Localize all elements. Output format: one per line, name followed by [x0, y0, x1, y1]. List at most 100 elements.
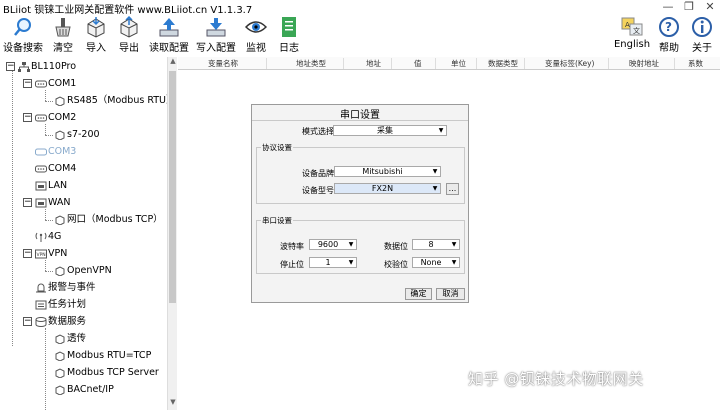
- serial-port-icon: [35, 114, 47, 122]
- model-browse-button[interactable]: ...: [446, 183, 459, 195]
- column-header[interactable]: 地址类型: [296, 58, 326, 69]
- export-label: 导出: [119, 43, 139, 54]
- collapse-icon[interactable]: −: [23, 113, 32, 122]
- device-icon: [55, 368, 65, 378]
- protocol-group-label: 协议设置: [261, 142, 293, 153]
- databits-label: 数据位: [384, 242, 408, 251]
- column-header[interactable]: 变量标签(Key): [545, 58, 594, 69]
- watermark: 知乎 @钡铼技术物联网关: [468, 370, 644, 388]
- chevron-down-icon: ▼: [432, 185, 438, 192]
- write-config-button[interactable]: 写入配置: [194, 16, 238, 54]
- scroll-down-icon[interactable]: ▼: [168, 398, 178, 410]
- english-label: English: [613, 39, 651, 50]
- clear-icon: [55, 18, 71, 37]
- window-title: BLiiot 钡铼工业网关配置软件 www.BLiiot.cn V1.1.3.7: [3, 5, 253, 16]
- collapse-icon[interactable]: −: [23, 79, 32, 88]
- network-icon: [18, 62, 30, 72]
- database-icon: [35, 317, 47, 327]
- write-config-label: 写入配置: [196, 43, 236, 54]
- mode-label: 模式选择: [302, 127, 334, 136]
- chevron-down-icon: ▼: [451, 241, 457, 248]
- collapse-icon[interactable]: −: [23, 317, 32, 326]
- scroll-up-icon[interactable]: ▲: [168, 57, 178, 69]
- databits-select[interactable]: 8 ▼: [412, 239, 460, 250]
- log-button[interactable]: 日志: [275, 16, 303, 54]
- import-label: 导入: [86, 43, 106, 54]
- svg-text:A: A: [625, 21, 630, 29]
- serial-port-icon: [35, 80, 47, 88]
- help-icon: ?: [659, 17, 679, 37]
- import-button[interactable]: 导入: [82, 16, 110, 54]
- ok-button[interactable]: 确定: [405, 288, 432, 300]
- mode-select[interactable]: 采集 ▼: [333, 125, 447, 136]
- monitor-button[interactable]: 监视: [242, 16, 270, 54]
- english-button[interactable]: A文 English: [613, 16, 651, 54]
- device-search-label: 设备搜索: [3, 43, 43, 54]
- export-icon: [120, 16, 138, 38]
- stopbits-select[interactable]: 1 ▼: [309, 257, 357, 268]
- clear-label: 清空: [53, 43, 73, 54]
- log-label: 日志: [279, 43, 299, 54]
- svg-text:VPN: VPN: [37, 252, 46, 258]
- device-icon: [55, 215, 65, 225]
- alarm-icon: [36, 283, 46, 293]
- serial-group-label: 串口设置: [261, 215, 293, 226]
- collapse-icon[interactable]: −: [23, 249, 32, 258]
- column-header[interactable]: 数据类型: [488, 58, 518, 69]
- title-bar: BLiiot 钡铼工业网关配置软件 www.BLiiot.cn V1.1.3.7…: [0, 0, 720, 16]
- export-button[interactable]: 导出: [115, 16, 143, 54]
- chevron-down-icon: ▼: [348, 241, 354, 248]
- monitor-label: 监视: [246, 43, 266, 54]
- column-header[interactable]: 变量名称: [208, 58, 238, 69]
- toolbar: 设备搜索 清空 导入 导出 读取配置 写入配置 监视 日志 A 文 Englis…: [0, 15, 720, 55]
- restore-button[interactable]: ❐: [679, 0, 699, 14]
- device-icon: [55, 96, 65, 106]
- minimize-button[interactable]: —: [658, 0, 678, 14]
- ethernet-icon: [35, 198, 47, 208]
- read-config-button[interactable]: 读取配置: [147, 16, 191, 54]
- device-search-button[interactable]: 设备搜索: [2, 16, 44, 54]
- device-icon: [55, 351, 65, 361]
- close-button[interactable]: ✕: [700, 0, 720, 14]
- model-select[interactable]: FX2N ▼: [334, 183, 441, 194]
- log-icon: [282, 17, 296, 37]
- dialog-title: 串口设置: [340, 110, 380, 121]
- task-icon: [35, 300, 47, 310]
- info-icon: [692, 17, 712, 37]
- read-config-icon: [159, 18, 179, 37]
- column-header[interactable]: 值: [414, 58, 422, 69]
- table-header: 变量名称 地址类型 地址 值 单位 数据类型 变量标签(Key) 映射地址 系数: [178, 57, 720, 70]
- scrollbar-thumb[interactable]: [169, 71, 176, 303]
- column-header[interactable]: 映射地址: [629, 58, 659, 69]
- serial-port-icon: [35, 165, 47, 173]
- device-icon: [55, 385, 65, 395]
- column-header[interactable]: 系数: [688, 58, 703, 69]
- vpn-icon: VPN: [35, 249, 47, 259]
- chevron-down-icon: ▼: [451, 259, 457, 266]
- chevron-down-icon: ▼: [432, 168, 438, 175]
- tree-scrollbar[interactable]: ▲ ▼: [167, 57, 177, 410]
- baud-select[interactable]: 9600 ▼: [309, 239, 357, 250]
- tree-root-label: BL110Pro: [31, 61, 77, 72]
- write-config-icon: [206, 18, 226, 37]
- about-label: 关于: [692, 43, 712, 54]
- brand-label: 设备品牌: [302, 169, 334, 178]
- read-config-label: 读取配置: [149, 43, 189, 54]
- column-header[interactable]: 单位: [451, 58, 466, 69]
- column-header[interactable]: 地址: [366, 58, 381, 69]
- serial-settings-dialog: 串口设置 模式选择 采集 ▼ 协议设置 设备品牌 Mitsubishi ▼ 设备…: [251, 104, 469, 303]
- stopbits-label: 停止位: [280, 260, 304, 269]
- about-button[interactable]: 关于: [690, 16, 714, 54]
- parity-select[interactable]: None ▼: [412, 257, 460, 268]
- collapse-icon[interactable]: −: [6, 62, 15, 71]
- device-icon: [55, 266, 65, 276]
- cancel-button[interactable]: 取消: [436, 288, 465, 300]
- clear-button[interactable]: 清空: [48, 16, 78, 54]
- ethernet-icon: [35, 181, 47, 191]
- device-icon: [55, 130, 65, 140]
- collapse-icon[interactable]: −: [23, 198, 32, 207]
- help-button[interactable]: ? 帮助: [657, 16, 681, 54]
- parity-label: 校验位: [384, 260, 408, 269]
- brand-select[interactable]: Mitsubishi ▼: [334, 166, 441, 177]
- device-tree: − BL110Pro − COM1 RS485（Modbus RTU） − CO…: [0, 57, 167, 410]
